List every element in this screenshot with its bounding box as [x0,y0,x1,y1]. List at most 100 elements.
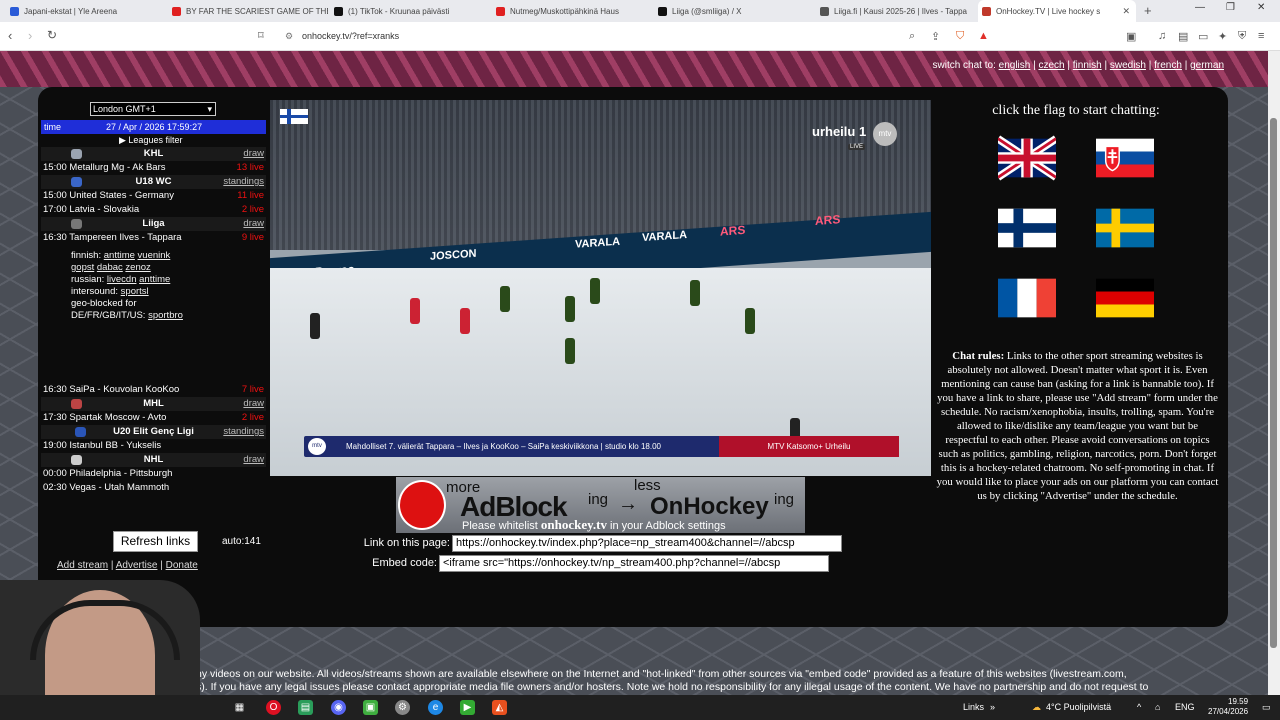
minimize-icon[interactable]: — [1195,2,1205,13]
draw-link[interactable]: draw [243,218,264,229]
game-row[interactable]: 15:00 Metallurg Mg - Ak Bars 13 live [41,161,266,175]
site-info-icon[interactable]: ⚙ [285,27,293,46]
stream-link[interactable]: livecdn [107,274,137,285]
germany-flag-icon[interactable] [1096,275,1154,321]
chat-lang-czech[interactable]: czech [1039,60,1065,71]
links-chevron-icon[interactable]: » [990,702,995,712]
embed-code-field[interactable]: <iframe src="https://onhockey.tv/np_stre… [439,555,829,572]
clock[interactable]: 19.59 27/04/2026 [1208,697,1248,717]
draw-link[interactable]: draw [243,398,264,409]
game-row[interactable]: 15:00 United States - Germany 11 live [41,189,266,203]
menu-icon[interactable]: ≡ [1258,30,1264,42]
game-row[interactable]: 00:00 Philadelphia - Pittsburgh [41,467,266,481]
edge-icon[interactable]: e [428,700,443,715]
standings-link[interactable]: standings [223,426,264,437]
media-icon[interactable]: ♫ [1158,30,1166,42]
share-icon[interactable]: ⇪ [931,30,940,43]
browser-tab[interactable]: (1) TikTok - Kruunaa päivästi [330,0,490,22]
slovakia-flag-icon[interactable] [1096,135,1154,181]
draw-link[interactable]: draw [243,454,264,465]
mtv-ticker-logo-icon: mtv [308,438,326,455]
browser-tab[interactable]: BY FAR THE SCARIEST GAME OF THE [168,0,328,22]
maximize-icon[interactable]: ❐ [1226,2,1235,13]
back-icon[interactable]: ‹ [8,28,12,43]
task-view-icon[interactable]: ▦ [232,700,247,715]
stream-link[interactable]: dabac [97,262,123,273]
settings-icon[interactable]: ⚙ [395,700,410,715]
extensions-icon[interactable]: ✦ [1218,30,1227,43]
discord-icon[interactable]: ◉ [331,700,346,715]
game-row-selected[interactable]: 16:30 Tampereen Ilves - Tappara 9 live [41,231,266,245]
new-tab-icon[interactable]: + [1144,3,1152,18]
brave-shield-icon[interactable]: ⛉ [956,30,964,43]
game-row[interactable]: 17:00 Latvia - Slovakia 2 live [41,203,266,217]
live-count[interactable]: 2 live [242,411,264,425]
live-count[interactable]: 7 live [242,383,264,397]
links-toolbar[interactable]: Links [963,702,984,712]
opera-icon[interactable]: O [266,700,281,715]
scrollbar-thumb[interactable] [1270,118,1277,648]
address-bar[interactable]: ⚙ onhockey.tv/?ref=xranks [282,27,902,46]
weather-text[interactable]: 4°C Puolipilvistä [1046,702,1111,712]
donate-link[interactable]: Donate [166,560,198,571]
game-row[interactable]: 19:00 Istanbul BB - Yukselis [41,439,266,453]
sidebar-icon[interactable]: ▣ [1126,30,1136,43]
video-player[interactable]: JOSCON VARALA VARALA ARS ARS Prevas urhe… [270,100,931,476]
browser-tab[interactable]: Liiga.fi | Kausi 2025-26 | Ilves - Tappa [816,0,976,22]
brave-rewards-icon[interactable]: ▲ [978,30,989,42]
chat-lang-finnish[interactable]: finnish [1073,60,1102,71]
photos-icon[interactable]: ▤ [298,700,313,715]
draw-link[interactable]: draw [243,148,264,159]
vpn-icon[interactable]: ⛨ [1238,30,1246,43]
game-row[interactable]: 02:30 Vegas - Utah Mammoth [41,481,266,495]
browser-tab-active[interactable]: OnHockey.TV | Live hockey s ✕ [978,0,1136,22]
advertise-link[interactable]: Advertise [116,560,158,571]
browser-tab[interactable]: Nutmeg/Muskottipähkinä Haus [492,0,652,22]
game-row[interactable]: 17:30 Spartak Moscow - Avto 2 live [41,411,266,425]
finland-flag-large-icon[interactable] [998,205,1056,251]
tray-expand-icon[interactable]: ^ [1137,702,1141,712]
game-row[interactable]: 16:30 SaiPa - Kouvolan KooKoo 7 live [41,383,266,397]
live-count[interactable]: 11 live [237,189,264,203]
stream-link[interactable]: sportsl [121,286,149,297]
stream-link[interactable]: zenoz [125,262,150,273]
add-stream-link[interactable]: Add stream [57,560,108,571]
media-player-icon[interactable]: ▶ [460,700,475,715]
uk-flag-icon[interactable] [998,135,1056,181]
stream-link[interactable]: anttime [139,274,170,285]
browser-tab[interactable]: Japani-ekstat | Yle Areena [6,0,166,22]
bookmark-icon[interactable]: ⌑ [258,29,264,42]
close-tab-icon[interactable]: ✕ [1116,6,1136,17]
stream-link[interactable]: anttime [104,250,135,261]
notification-icon[interactable]: ▭ [1262,702,1271,713]
live-count[interactable]: 13 live [237,161,264,175]
sweden-flag-icon[interactable] [1096,205,1154,251]
standings-link[interactable]: standings [223,176,264,187]
france-flag-icon[interactable] [998,275,1056,321]
close-window-icon[interactable]: ✕ [1257,2,1265,13]
network-icon[interactable]: ⌂ [1155,702,1160,712]
input-language[interactable]: ENG [1175,702,1195,712]
chat-lang-swedish[interactable]: swedish [1110,60,1146,71]
brave-icon[interactable]: ◭ [492,700,507,715]
refresh-links-button[interactable]: Refresh links [113,531,198,552]
live-count[interactable]: 9 live [242,231,264,245]
browser-tab[interactable]: Liiga (@smliiga) / X [654,0,814,22]
forward-icon[interactable]: › [28,28,32,43]
live-count[interactable]: 2 live [242,203,264,217]
chat-lang-german[interactable]: german [1190,60,1224,71]
stream-link[interactable]: gopst [71,262,94,273]
app-icon[interactable]: ▣ [363,700,378,715]
reader-icon[interactable]: ▤ [1178,30,1188,43]
leagues-filter[interactable]: ▶ Leagues filter [119,135,182,146]
live-badge: LIVE [848,144,866,150]
stream-link[interactable]: sportbro [148,310,183,321]
timezone-select[interactable]: London GMT+1 [90,102,216,116]
page-link-field[interactable]: https://onhockey.tv/index.php?place=np_s… [452,535,842,552]
zoom-icon[interactable]: ⌕ [909,30,915,43]
chat-lang-french[interactable]: french [1154,60,1182,71]
wallet-icon[interactable]: ▭ [1198,30,1208,43]
chat-lang-english[interactable]: english [999,60,1031,71]
stream-link[interactable]: vuenink [138,250,171,261]
reload-icon[interactable]: ↻ [47,28,57,42]
